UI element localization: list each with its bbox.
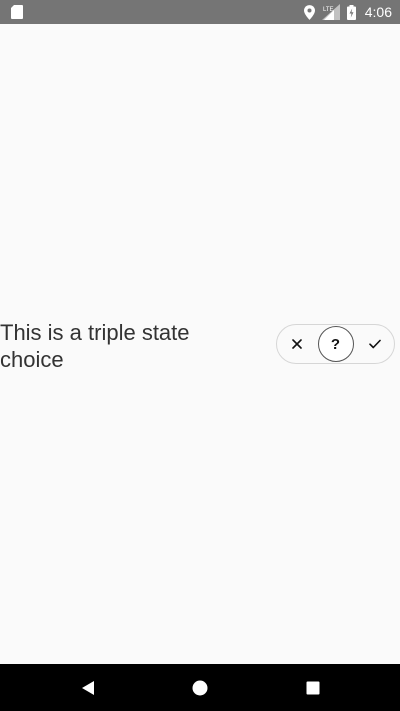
- status-icons: LTE 4:06: [303, 0, 392, 24]
- network-type-label: LTE: [323, 7, 334, 13]
- choice-label: This is a triple state choice: [0, 320, 190, 372]
- triple-state-toggle[interactable]: ?: [276, 324, 395, 364]
- selected-indicator: ?: [317, 326, 354, 362]
- triple-state-row: This is a triple state choice ?: [0, 316, 400, 372]
- home-button[interactable]: [170, 664, 230, 711]
- status-bar: LTE 4:06: [0, 0, 400, 24]
- battery-icon: [346, 4, 356, 20]
- question-icon: ?: [330, 335, 341, 353]
- option-unknown-button[interactable]: ?: [316, 325, 355, 363]
- location-icon: [303, 4, 315, 20]
- sd-card-icon: [11, 5, 23, 19]
- back-icon: [82, 680, 94, 695]
- navigation-bar: [0, 664, 400, 711]
- recents-icon: [306, 681, 320, 694]
- status-time: 4:06: [364, 4, 392, 20]
- recents-button[interactable]: [283, 664, 343, 711]
- option-yes-button[interactable]: [355, 325, 394, 363]
- signal-icon: LTE: [321, 4, 340, 20]
- check-icon: [368, 339, 381, 349]
- close-icon: [291, 339, 302, 349]
- back-button[interactable]: [58, 664, 118, 711]
- option-no-button[interactable]: [277, 325, 316, 363]
- home-icon: [192, 680, 208, 695]
